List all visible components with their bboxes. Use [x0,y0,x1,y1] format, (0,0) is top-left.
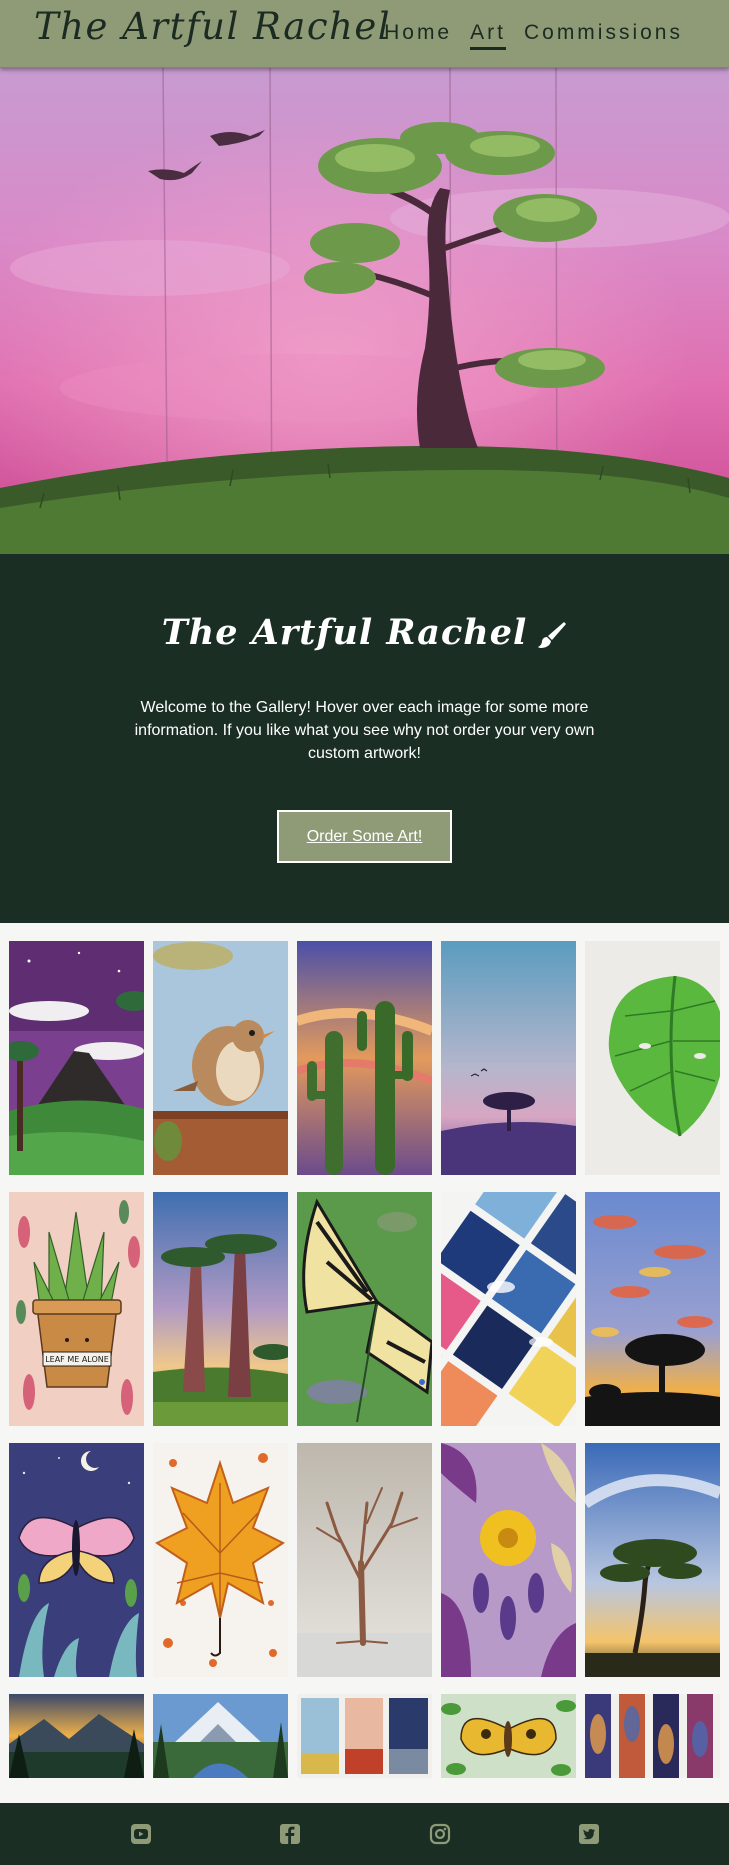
site-logo[interactable]: The Artful Rachel [34,5,391,48]
moon-moth-painting [9,1443,144,1677]
gallery-item-golden-moth[interactable] [441,1694,576,1778]
gallery-item-watercolor-diamonds[interactable] [441,1192,576,1426]
gallery-item-windswept-tree[interactable] [585,1443,720,1677]
autumn-maple-leaf-painting [153,1443,288,1677]
order-art-button[interactable]: Order Some Art! [277,810,452,863]
gallery-item-cactus-sunset[interactable] [297,941,432,1175]
gallery-item-volcano-night[interactable] [9,941,144,1175]
gallery-item-leaf-me-alone[interactable]: LEAF ME ALONE [9,1192,144,1426]
monstera-leaf-painting [585,941,720,1175]
swallowtail-butterfly-painting [297,1192,432,1426]
art-gallery: LEAF ME ALONE [0,923,729,1803]
triptych-landscape-painting [297,1694,432,1778]
windswept-tree-painting [585,1443,720,1677]
yellow-flower-leaves-painting [441,1443,576,1677]
gallery-item-bare-winter-tree[interactable] [297,1443,432,1677]
wren-bird-painting [153,941,288,1175]
main-nav: Home Art Commissions [384,21,683,50]
instagram-icon[interactable] [429,1823,451,1845]
gallery-item-monstera-leaf[interactable] [585,941,720,1175]
hero-painting [0,68,729,554]
nav-commissions-link[interactable]: Commissions [524,21,683,50]
gallery-item-swallowtail-butterfly[interactable] [297,1192,432,1426]
acacia-sunset-painting [585,1192,720,1426]
gallery-item-moon-moth[interactable] [9,1443,144,1677]
gallery-item-wren-bird[interactable] [153,941,288,1175]
gallery-item-purple-horizon-tree[interactable] [441,941,576,1175]
bare-winter-tree-painting [297,1443,432,1677]
facebook-icon[interactable] [279,1823,301,1845]
twitter-icon[interactable] [578,1823,600,1845]
mountain-lake-sunset-painting [9,1694,144,1778]
intro-title-text: The Artful Rachel [161,612,528,653]
golden-moth-painting [441,1694,576,1778]
gallery-item-autumn-maple[interactable] [153,1443,288,1677]
gallery-item-acacia-sunset[interactable] [585,1192,720,1426]
snowy-mountain-river-painting [153,1694,288,1778]
paintbrush-icon [537,618,567,659]
pot-label: LEAF ME ALONE [45,1355,109,1364]
watercolor-sky-diamonds-painting [441,1192,576,1426]
purple-horizon-tree-painting [441,941,576,1175]
gallery-item-yellow-flower[interactable] [441,1443,576,1677]
cactus-sunset-painting [297,941,432,1175]
gallery-item-baobab-trees[interactable] [153,1192,288,1426]
intro-title: The Artful Rachel [0,612,729,659]
pink-sunset-tree-painting [0,68,729,554]
gallery-intro: The Artful Rachel Welcome to the Gallery… [0,554,729,923]
nav-art-link[interactable]: Art [470,21,506,50]
baobab-trees-painting [153,1192,288,1426]
leaf-me-alone-cactus-painting: LEAF ME ALONE [9,1192,144,1426]
youtube-icon[interactable] [130,1823,152,1845]
intro-description: Welcome to the Gallery! Hover over each … [134,699,595,762]
galaxy-panels-painting [585,1694,720,1778]
gallery-item-snowy-mountain-river[interactable] [153,1694,288,1778]
gallery-item-galaxy-panels[interactable] [585,1694,720,1778]
nav-home-link[interactable]: Home [384,21,452,50]
gallery-item-mountain-lake-sunset[interactable] [9,1694,144,1778]
volcano-night-painting [9,941,144,1175]
site-footer [0,1803,729,1865]
gallery-item-triptych-landscape[interactable] [297,1694,432,1778]
site-header: The Artful Rachel Home Art Commissions [0,0,729,68]
